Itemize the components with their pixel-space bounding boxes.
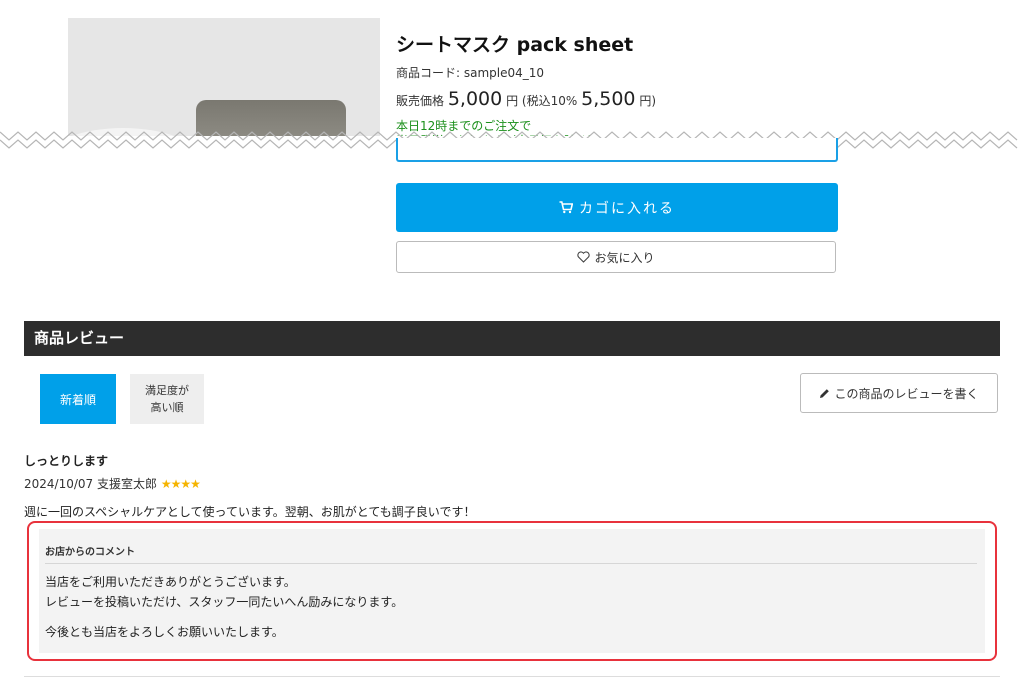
- write-review-label: この商品のレビューを書く: [834, 386, 979, 401]
- sort-rating-label-1: 満足度が: [145, 384, 189, 397]
- review-author: 支援室太郎: [97, 477, 158, 491]
- product-price: 販売価格 5,000 円 (税込10% 5,500 円): [396, 88, 656, 110]
- review-title: しっとりします: [24, 454, 109, 468]
- tax-prefix: (税込10%: [521, 94, 578, 108]
- favorite-label: お気に入り: [594, 250, 655, 265]
- sort-rating-label-2: 高い順: [150, 401, 184, 414]
- shop-comment-line: 今後とも当店をよろしくお願いいたします。: [45, 625, 284, 639]
- review-body: 週に一回のスペシャルケアとして使っています。翌朝、お肌がとても調子良いです！: [24, 505, 476, 519]
- divider: [24, 676, 1000, 677]
- favorite-button[interactable]: お気に入り: [396, 241, 836, 273]
- price-label: 販売価格: [396, 94, 445, 108]
- shop-comment-line: 当店をご利用いただきありがとうございます。: [45, 575, 296, 589]
- review-date: 2024/10/07: [24, 477, 94, 491]
- product-title: シートマスク pack sheet: [396, 34, 634, 56]
- product-image: [68, 18, 380, 143]
- add-to-cart-button[interactable]: カゴに入れる: [396, 183, 838, 232]
- shop-comment-line: レビューを投稿いただけ、スタッフ一同たいへん励みになります。: [45, 595, 404, 609]
- shop-comment-highlight: お店からのコメント 当店をご利用いただきありがとうございます。 レビューを投稿い…: [27, 521, 997, 661]
- tax-suffix: 円): [639, 94, 657, 108]
- sort-newest-label: 新着順: [59, 392, 96, 407]
- shop-comment-heading: お店からのコメント: [45, 543, 977, 564]
- reviews-section-title: 商品レビュー: [34, 329, 125, 347]
- heart-icon: [577, 251, 591, 263]
- product-code: 商品コード: sample04_10: [396, 66, 545, 80]
- reviews-section-header: 商品レビュー: [24, 321, 1000, 356]
- sort-by-rating-tab[interactable]: 満足度が 高い順: [130, 374, 204, 424]
- tax-price-value: 5,500: [581, 88, 636, 110]
- price-value: 5,000: [447, 88, 503, 110]
- review-meta: 2024/10/07 支援室太郎 ★★★★: [24, 475, 201, 492]
- price-currency: 円: [506, 94, 519, 108]
- write-review-button[interactable]: この商品のレビューを書く: [800, 373, 998, 413]
- rating-stars: ★★★★: [160, 477, 201, 491]
- sort-newest-tab[interactable]: 新着順: [40, 374, 116, 424]
- pencil-icon: [820, 388, 830, 398]
- shop-comment-box: お店からのコメント 当店をご利用いただきありがとうございます。 レビューを投稿い…: [39, 529, 985, 653]
- cart-icon: [559, 201, 573, 214]
- quantity-field[interactable]: [396, 138, 838, 162]
- add-to-cart-label: カゴに入れる: [579, 200, 675, 217]
